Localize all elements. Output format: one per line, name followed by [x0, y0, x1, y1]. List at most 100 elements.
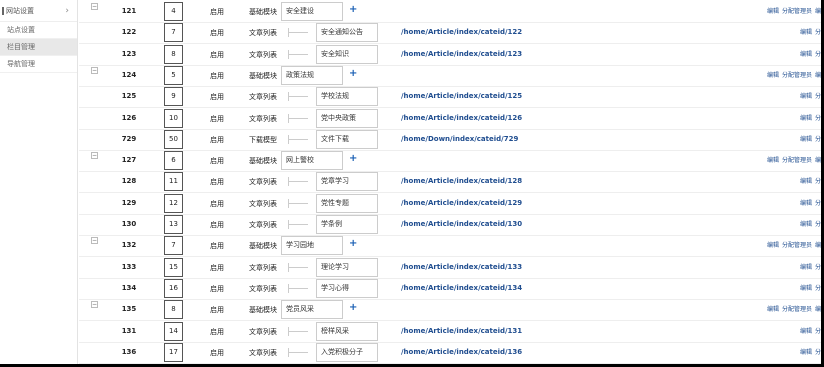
- row-action-link[interactable]: 编辑: [800, 29, 812, 36]
- category-url-link[interactable]: /home/Article/index/cateid/129: [401, 199, 522, 207]
- sidebar-item-nav-management[interactable]: 导航管理: [0, 56, 77, 73]
- sort-order-input[interactable]: 50: [164, 129, 183, 149]
- row-action-link[interactable]: 编辑: [800, 51, 812, 58]
- category-name-input[interactable]: 安全建设: [281, 2, 343, 21]
- row-action-link[interactable]: 分: [815, 221, 821, 228]
- category-url-link[interactable]: /home/Down/index/cateid/729: [401, 135, 518, 143]
- sort-order-input[interactable]: 7: [164, 23, 183, 43]
- row-action-link[interactable]: 编辑: [800, 221, 812, 228]
- sort-order-input[interactable]: 5: [164, 65, 183, 85]
- category-name-input[interactable]: 党性专题: [316, 193, 378, 213]
- sort-order-input[interactable]: 17: [164, 342, 183, 362]
- category-url-link[interactable]: /home/Article/index/cateid/126: [401, 114, 522, 122]
- row-action-link[interactable]: 编辑: [767, 8, 779, 15]
- category-name-input[interactable]: 学习园地: [281, 236, 343, 256]
- row-action-link[interactable]: 编辑: [800, 115, 812, 122]
- sort-order-input[interactable]: 10: [164, 108, 183, 128]
- row-action-link[interactable]: 分: [815, 29, 821, 36]
- sort-order-input[interactable]: 8: [164, 44, 183, 64]
- category-name-input[interactable]: 学习心得: [316, 278, 378, 298]
- category-url-link[interactable]: /home/Article/index/cateid/125: [401, 92, 522, 100]
- add-subcategory-icon[interactable]: +: [349, 4, 357, 15]
- category-name-input[interactable]: 榜样风采: [316, 321, 378, 341]
- row-action-link[interactable]: 分: [815, 115, 821, 122]
- sidebar-item-site-settings[interactable]: 站点设置: [0, 22, 77, 39]
- row-action-link[interactable]: 分: [815, 328, 821, 335]
- category-name-input[interactable]: 党员风采: [281, 300, 343, 320]
- row-action-link[interactable]: 编: [815, 157, 821, 164]
- row-action-link[interactable]: 分配管理员: [782, 242, 812, 249]
- sort-order-input[interactable]: 4: [164, 2, 183, 21]
- category-url-link[interactable]: /home/Article/index/cateid/131: [401, 327, 522, 335]
- row-action-link[interactable]: 编辑: [767, 306, 779, 313]
- sort-order-input[interactable]: 15: [164, 257, 183, 277]
- row-action-link[interactable]: 分配管理员: [782, 72, 812, 79]
- row-action-link[interactable]: 编辑: [800, 264, 812, 271]
- collapse-toggle-icon[interactable]: −: [91, 237, 98, 245]
- row-action-link[interactable]: 编辑: [767, 72, 779, 79]
- category-url-link[interactable]: /home/Article/index/cateid/136: [401, 348, 522, 356]
- sort-order-input[interactable]: 12: [164, 193, 183, 213]
- category-url-link[interactable]: /home/Article/index/cateid/128: [401, 177, 522, 185]
- row-action-link[interactable]: 编: [815, 8, 821, 15]
- row-action-link[interactable]: 编辑: [800, 93, 812, 100]
- category-url-link[interactable]: /home/Article/index/cateid/133: [401, 263, 522, 271]
- row-action-link[interactable]: 分配管理员: [782, 306, 812, 313]
- category-name-input[interactable]: 学校法规: [316, 87, 378, 107]
- row-action-link[interactable]: 编辑: [800, 328, 812, 335]
- row-action-link[interactable]: 编: [815, 242, 821, 249]
- row-action-link[interactable]: 编: [815, 72, 821, 79]
- category-url-link[interactable]: /home/Article/index/cateid/123: [401, 50, 522, 58]
- row-action-link[interactable]: 分: [815, 93, 821, 100]
- category-name-input[interactable]: 网上警校: [281, 151, 343, 171]
- collapse-toggle-icon[interactable]: −: [91, 301, 98, 309]
- row-action-link[interactable]: 编辑: [800, 136, 812, 143]
- sidebar-item-label: 导航管理: [7, 60, 35, 68]
- row-action-link[interactable]: 编: [815, 306, 821, 313]
- collapse-toggle-icon[interactable]: −: [91, 152, 98, 160]
- sidebar-group-header[interactable]: 网站设置 ›: [0, 0, 77, 22]
- category-url-link[interactable]: /home/Article/index/cateid/130: [401, 220, 522, 228]
- category-name-input[interactable]: 政策法规: [281, 65, 343, 85]
- row-action-link[interactable]: 分: [815, 285, 821, 292]
- add-subcategory-icon[interactable]: +: [349, 302, 357, 313]
- collapse-toggle-icon[interactable]: −: [91, 66, 98, 74]
- row-action-link[interactable]: 分: [815, 136, 821, 143]
- collapse-toggle-icon[interactable]: −: [91, 3, 98, 10]
- sort-order-input[interactable]: 13: [164, 215, 183, 234]
- sort-order-input[interactable]: 7: [164, 236, 183, 256]
- category-name-input[interactable]: 入党积极分子: [316, 342, 378, 362]
- row-action-link[interactable]: 编辑: [800, 285, 812, 292]
- row-action-link[interactable]: 分: [815, 349, 821, 356]
- category-name-input[interactable]: 安全通知公告: [316, 23, 378, 43]
- category-name-input[interactable]: 学条例: [316, 215, 378, 234]
- row-action-link[interactable]: 分: [815, 178, 821, 185]
- sort-order-input[interactable]: 8: [164, 300, 183, 320]
- category-url-link[interactable]: /home/Article/index/cateid/134: [401, 284, 522, 292]
- category-name-input[interactable]: 党中央政策: [316, 108, 378, 128]
- row-action-link[interactable]: 编辑: [767, 157, 779, 164]
- sort-order-input[interactable]: 14: [164, 321, 183, 341]
- sort-order-input[interactable]: 6: [164, 151, 183, 171]
- row-action-link[interactable]: 编辑: [800, 200, 812, 207]
- row-action-link[interactable]: 编辑: [800, 178, 812, 185]
- row-action-link[interactable]: 编辑: [800, 349, 812, 356]
- sidebar-item-column-management[interactable]: 栏目管理: [0, 39, 77, 56]
- category-name-input[interactable]: 文件下载: [316, 129, 378, 149]
- add-subcategory-icon[interactable]: +: [349, 238, 357, 249]
- sort-order-input[interactable]: 16: [164, 278, 183, 298]
- category-url-link[interactable]: /home/Article/index/cateid/122: [401, 28, 522, 36]
- sort-order-input[interactable]: 9: [164, 87, 183, 107]
- row-action-link[interactable]: 分配管理员: [782, 157, 812, 164]
- row-action-link[interactable]: 分配管理员: [782, 8, 812, 15]
- category-name-input[interactable]: 党章学习: [316, 172, 378, 192]
- add-subcategory-icon[interactable]: +: [349, 153, 357, 164]
- row-action-link[interactable]: 分: [815, 200, 821, 207]
- row-action-link[interactable]: 分: [815, 51, 821, 58]
- row-action-link[interactable]: 编辑: [767, 242, 779, 249]
- category-name-input[interactable]: 理论学习: [316, 257, 378, 277]
- category-name-input[interactable]: 安全知识: [316, 44, 378, 64]
- row-action-link[interactable]: 分: [815, 264, 821, 271]
- sort-order-input[interactable]: 11: [164, 172, 183, 192]
- add-subcategory-icon[interactable]: +: [349, 68, 357, 79]
